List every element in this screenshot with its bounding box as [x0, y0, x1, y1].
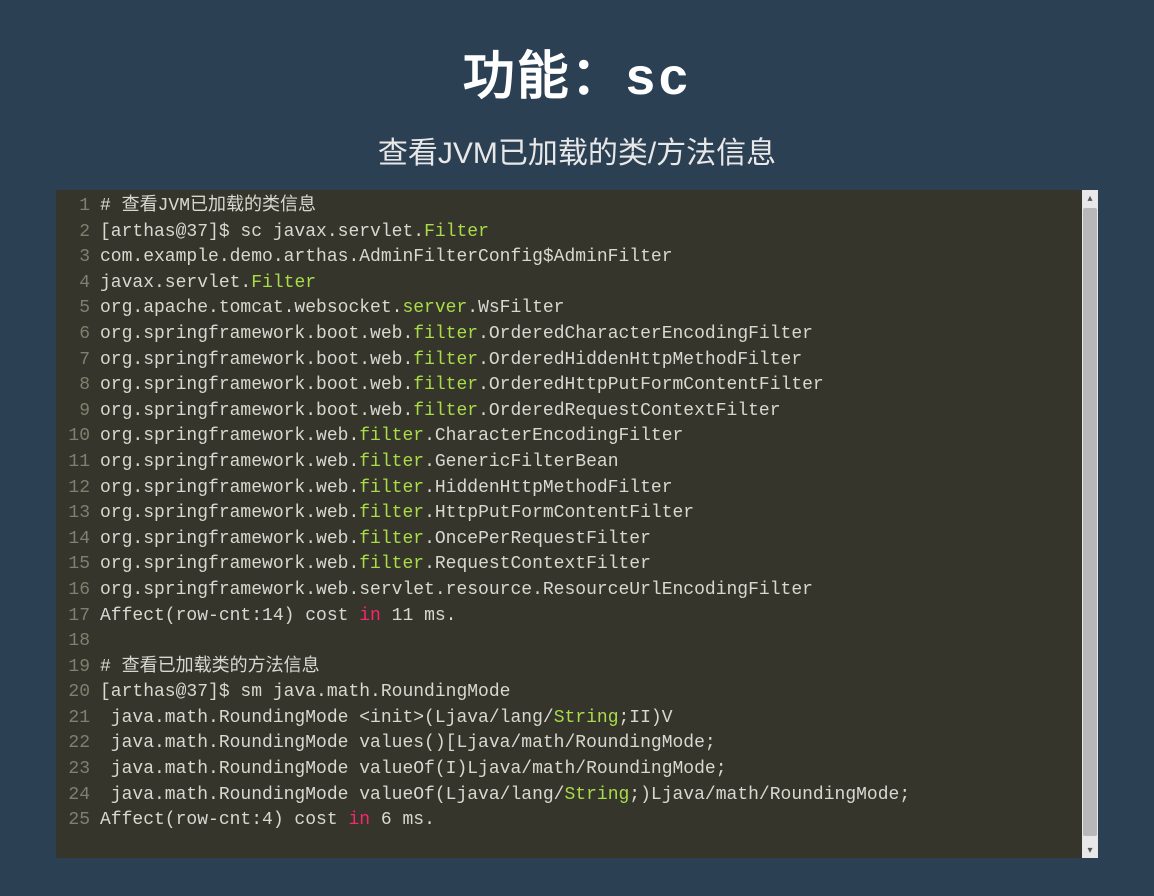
line-number: 20: [56, 680, 100, 706]
scrollbar-thumb[interactable]: [1083, 208, 1097, 836]
code-content: org.springframework.boot.web.filter.Orde…: [100, 399, 781, 425]
line-number: 6: [56, 322, 100, 348]
code-line: 20[arthas@37]$ sm java.math.RoundingMode: [56, 680, 1098, 706]
line-number: 12: [56, 476, 100, 502]
line-number: 10: [56, 424, 100, 450]
code-content: Affect(row-cnt:4) cost in 6 ms.: [100, 808, 435, 834]
line-number: 9: [56, 399, 100, 425]
code-content: org.springframework.web.filter.OncePerRe…: [100, 527, 651, 553]
code-container: 1# 查看JVM已加载的类信息2[arthas@37]$ sc javax.se…: [56, 190, 1098, 860]
code-content: # 查看已加载类的方法信息: [100, 655, 320, 681]
line-number: 15: [56, 552, 100, 578]
code-line: 22 java.math.RoundingMode values()[Ljava…: [56, 731, 1098, 757]
code-line: 23 java.math.RoundingMode valueOf(I)Ljav…: [56, 757, 1098, 783]
line-number: 4: [56, 271, 100, 297]
code-line: 11org.springframework.web.filter.Generic…: [56, 450, 1098, 476]
code-line: 10org.springframework.web.filter.Charact…: [56, 424, 1098, 450]
code-content: [arthas@37]$ sm java.math.RoundingMode: [100, 680, 510, 706]
line-number: 11: [56, 450, 100, 476]
code-line: 8org.springframework.boot.web.filter.Ord…: [56, 373, 1098, 399]
code-content: org.springframework.web.filter.GenericFi…: [100, 450, 619, 476]
code-content: # 查看JVM已加载的类信息: [100, 194, 316, 220]
code-content: java.math.RoundingMode valueOf(I)Ljava/m…: [100, 757, 727, 783]
code-line: 3com.example.demo.arthas.AdminFilterConf…: [56, 245, 1098, 271]
line-number: 16: [56, 578, 100, 604]
slide-subtitle: 查看JVM已加载的类/方法信息: [0, 128, 1154, 190]
code-line: 21 java.math.RoundingMode <init>(Ljava/l…: [56, 706, 1098, 732]
code-line: 14org.springframework.web.filter.OncePer…: [56, 527, 1098, 553]
line-number: 22: [56, 731, 100, 757]
code-content: com.example.demo.arthas.AdminFilterConfi…: [100, 245, 673, 271]
line-number: 8: [56, 373, 100, 399]
code-line: 2[arthas@37]$ sc javax.servlet.Filter: [56, 220, 1098, 246]
code-content: javax.servlet.Filter: [100, 271, 316, 297]
code-content: org.springframework.boot.web.filter.Orde…: [100, 322, 813, 348]
line-number: 7: [56, 348, 100, 374]
code-line: 6org.springframework.boot.web.filter.Ord…: [56, 322, 1098, 348]
code-content: java.math.RoundingMode <init>(Ljava/lang…: [100, 706, 673, 732]
code-content: org.springframework.boot.web.filter.Orde…: [100, 373, 824, 399]
code-content: org.springframework.web.filter.RequestCo…: [100, 552, 651, 578]
line-number: 3: [56, 245, 100, 271]
code-line: 5org.apache.tomcat.websocket.server.WsFi…: [56, 296, 1098, 322]
line-number: 18: [56, 629, 100, 655]
code-line: 13org.springframework.web.filter.HttpPut…: [56, 501, 1098, 527]
title-command: sc: [625, 51, 691, 110]
code-block: 1# 查看JVM已加载的类信息2[arthas@37]$ sc javax.se…: [56, 190, 1098, 858]
line-number: 5: [56, 296, 100, 322]
code-content: org.apache.tomcat.websocket.server.WsFil…: [100, 296, 564, 322]
code-line: 24 java.math.RoundingMode valueOf(Ljava/…: [56, 783, 1098, 809]
slide-title: 功能：sc: [0, 0, 1154, 128]
line-number: 2: [56, 220, 100, 246]
code-line: 25Affect(row-cnt:4) cost in 6 ms.: [56, 808, 1098, 834]
code-line: 4javax.servlet.Filter: [56, 271, 1098, 297]
title-prefix: 功能：: [463, 48, 625, 106]
scroll-up-arrow[interactable]: ▴: [1082, 190, 1098, 206]
line-number: 17: [56, 604, 100, 630]
scroll-down-arrow[interactable]: ▾: [1082, 842, 1098, 858]
code-content: org.springframework.web.filter.HttpPutFo…: [100, 501, 694, 527]
code-content: Affect(row-cnt:14) cost in 11 ms.: [100, 604, 456, 630]
code-line: 9org.springframework.boot.web.filter.Ord…: [56, 399, 1098, 425]
code-line: 16org.springframework.web.servlet.resour…: [56, 578, 1098, 604]
code-line: 19# 查看已加载类的方法信息: [56, 655, 1098, 681]
code-content: java.math.RoundingMode valueOf(Ljava/lan…: [100, 783, 910, 809]
code-line: 1# 查看JVM已加载的类信息: [56, 194, 1098, 220]
code-line: 15org.springframework.web.filter.Request…: [56, 552, 1098, 578]
line-number: 25: [56, 808, 100, 834]
code-content: [arthas@37]$ sc javax.servlet.Filter: [100, 220, 489, 246]
code-content: java.math.RoundingMode values()[Ljava/ma…: [100, 731, 716, 757]
line-number: 13: [56, 501, 100, 527]
code-line: 18: [56, 629, 1098, 655]
code-line: 7org.springframework.boot.web.filter.Ord…: [56, 348, 1098, 374]
code-line: 12org.springframework.web.filter.HiddenH…: [56, 476, 1098, 502]
line-number: 19: [56, 655, 100, 681]
code-content: org.springframework.web.filter.HiddenHtt…: [100, 476, 673, 502]
line-number: 14: [56, 527, 100, 553]
scrollbar-vertical[interactable]: ▴ ▾: [1082, 190, 1098, 858]
code-content: org.springframework.boot.web.filter.Orde…: [100, 348, 802, 374]
line-number: 1: [56, 194, 100, 220]
line-number: 23: [56, 757, 100, 783]
code-content: org.springframework.web.filter.Character…: [100, 424, 683, 450]
code-content: org.springframework.web.servlet.resource…: [100, 578, 813, 604]
line-number: 24: [56, 783, 100, 809]
code-line: 17Affect(row-cnt:14) cost in 11 ms.: [56, 604, 1098, 630]
line-number: 21: [56, 706, 100, 732]
